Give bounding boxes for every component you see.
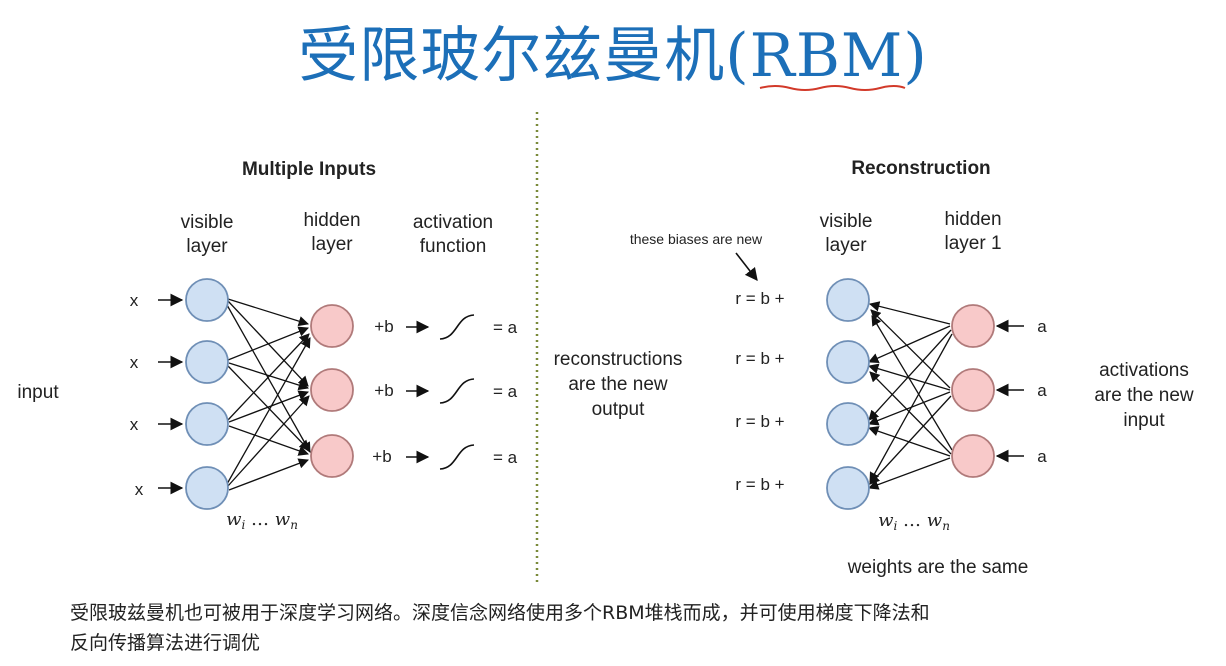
right-hidden-node-3 bbox=[951, 434, 995, 478]
left-visible-node-1 bbox=[185, 278, 229, 322]
right-heading: Reconstruction bbox=[851, 158, 990, 179]
right-hidden-input-arrows bbox=[995, 319, 1024, 463]
left-input-side-label: input bbox=[17, 382, 59, 403]
left-activation-label-2: function bbox=[420, 236, 487, 257]
left-hidden-node-1 bbox=[310, 304, 354, 348]
right-hidden-nodes bbox=[951, 304, 995, 478]
left-weights-label: wi … wn bbox=[226, 509, 298, 532]
left-bias-2: +b bbox=[374, 381, 393, 400]
right-weights-note: weights are the same bbox=[847, 557, 1029, 578]
left-visible-node-4 bbox=[185, 466, 229, 510]
right-panel: Reconstruction visible layer hidden laye… bbox=[554, 158, 1194, 578]
right-hidden-node-1 bbox=[951, 304, 995, 348]
right-right-label-3: input bbox=[1123, 410, 1165, 431]
left-visible-nodes bbox=[185, 278, 229, 510]
left-hidden-node-2 bbox=[310, 368, 354, 412]
caption-line-1: 受限玻兹曼机也可被用于深度学习网络。深度信念网络使用多个RBM堆栈而成，并可使用… bbox=[70, 602, 930, 624]
left-hidden-node-3 bbox=[310, 434, 354, 478]
right-r-term-1: r = b + bbox=[735, 289, 784, 308]
left-input-x-1: x bbox=[130, 291, 139, 310]
right-weights-label: wi … wn bbox=[878, 510, 950, 533]
right-left-label-1: reconstructions bbox=[554, 349, 683, 370]
right-left-label-3: output bbox=[592, 399, 646, 420]
right-connections bbox=[868, 301, 953, 490]
left-output-1: = a bbox=[493, 318, 518, 337]
left-visible-label-1: visible bbox=[181, 212, 234, 233]
left-heading: Multiple Inputs bbox=[242, 159, 376, 180]
left-visible-node-2 bbox=[185, 340, 229, 384]
right-visible-nodes bbox=[826, 278, 870, 510]
right-bias-note: these biases are new bbox=[630, 231, 763, 247]
left-input-x-3: x bbox=[130, 415, 139, 434]
left-bias-3: +b bbox=[372, 447, 391, 466]
left-input-x-4: x bbox=[135, 480, 144, 499]
left-activation-label-1: activation bbox=[413, 212, 493, 233]
title-underline bbox=[759, 85, 906, 91]
right-visible-label-2: layer bbox=[825, 235, 867, 256]
sigmoid-curve-1 bbox=[439, 314, 475, 340]
right-r-term-2: r = b + bbox=[735, 349, 784, 368]
right-visible-node-3 bbox=[826, 402, 870, 446]
right-hidden-input-a-2: a bbox=[1037, 381, 1047, 400]
left-input-x-2: x bbox=[130, 353, 139, 372]
left-panel: Multiple Inputs visible layer hidden lay… bbox=[17, 159, 517, 532]
right-visible-node-1 bbox=[826, 278, 870, 322]
right-hidden-node-2 bbox=[951, 368, 995, 412]
caption: 受限玻兹曼机也可被用于深度学习网络。深度信念网络使用多个RBM堆栈而成，并可使用… bbox=[70, 598, 1190, 658]
left-visible-node-3 bbox=[185, 402, 229, 446]
rbm-diagram: Multiple Inputs visible layer hidden lay… bbox=[17, 85, 1194, 584]
right-visible-node-4 bbox=[826, 466, 870, 510]
right-r-term-4: r = b + bbox=[735, 475, 784, 494]
right-visible-node-2 bbox=[826, 340, 870, 384]
left-hidden-label-1: hidden bbox=[303, 210, 360, 231]
caption-line-2: 反向传播算法进行调优 bbox=[70, 632, 261, 654]
left-output-3: = a bbox=[493, 448, 518, 467]
left-hidden-nodes bbox=[310, 304, 354, 478]
left-connections bbox=[226, 298, 311, 491]
right-right-label-2: are the new bbox=[1094, 385, 1194, 406]
right-left-label-2: are the new bbox=[568, 374, 668, 395]
left-sigmoid-curves bbox=[439, 314, 475, 470]
right-right-label-1: activations bbox=[1099, 360, 1189, 381]
left-hidden-label-2: layer bbox=[311, 234, 353, 255]
right-visible-label-1: visible bbox=[820, 211, 873, 232]
right-hidden-label-2: layer 1 bbox=[944, 233, 1001, 254]
left-visible-label-2: layer bbox=[186, 236, 228, 257]
right-hidden-label-1: hidden bbox=[944, 209, 1001, 230]
sigmoid-curve-3 bbox=[439, 444, 475, 470]
left-input-arrows bbox=[158, 293, 184, 495]
right-hidden-input-a-1: a bbox=[1037, 317, 1047, 336]
left-bias-1: +b bbox=[374, 317, 393, 336]
left-output-2: = a bbox=[493, 382, 518, 401]
right-r-term-3: r = b + bbox=[735, 412, 784, 431]
right-bias-note-arrow bbox=[735, 252, 758, 282]
left-activation-arrows bbox=[406, 320, 430, 464]
sigmoid-curve-2 bbox=[439, 378, 475, 404]
right-hidden-input-a-3: a bbox=[1037, 447, 1047, 466]
